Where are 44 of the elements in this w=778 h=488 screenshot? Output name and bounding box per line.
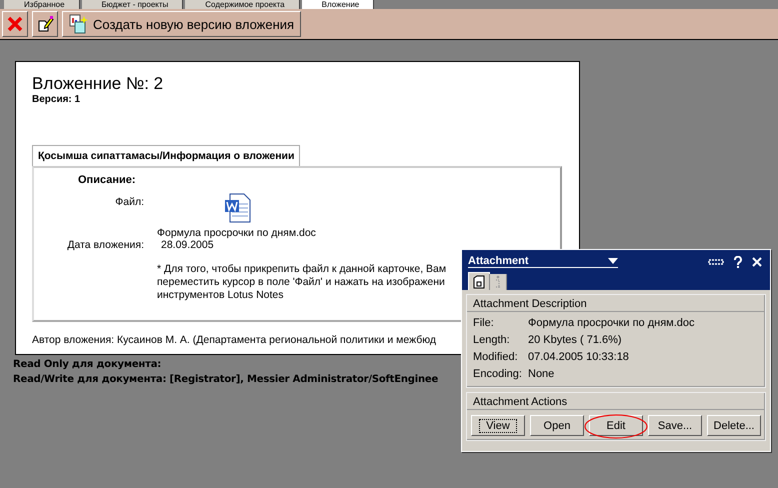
section-heading: Attachment Actions xyxy=(467,395,765,410)
close-button[interactable] xyxy=(2,11,28,37)
document-tab[interactable]: Избранное xyxy=(4,0,80,9)
action-button[interactable]: Open xyxy=(530,415,584,436)
author-text: Автор вложения: Кусаинов М. А. (Департамента региональной политики и межбюд xyxy=(32,334,436,346)
field-value: Формула просрочки по дням.doc xyxy=(528,316,694,331)
new-version-button[interactable]: Создать новую версию вложения xyxy=(62,11,302,37)
field-value: 07.04.2005 10:33:18 xyxy=(528,350,629,365)
page-icon xyxy=(473,274,485,288)
info-icon xyxy=(494,275,502,289)
document-tab[interactable]: Бюджет - проекты xyxy=(82,0,184,9)
field-label: File: xyxy=(473,316,495,331)
close-icon xyxy=(6,15,24,33)
document-title: Вложенние №: 2 xyxy=(32,74,164,94)
highlight-ellipse xyxy=(584,414,648,439)
access-text: Read/Write для документа: [Registrator], Messier Administrator/SoftEnginee xyxy=(13,374,438,385)
document-tab[interactable]: Содержимое проекта xyxy=(185,0,300,9)
section-heading: Attachment Description xyxy=(467,297,765,312)
dropdown-icon xyxy=(608,258,618,264)
file-label: Файл: xyxy=(114,196,144,210)
field-value: 20 Kbytes ( 71.6%) xyxy=(528,333,622,348)
document-tab[interactable]: Вложение xyxy=(302,0,374,9)
grip-icon[interactable] xyxy=(708,258,724,266)
section-tab[interactable]: Қосымша сипаттамасы/Информация о вложении xyxy=(32,145,300,166)
document-sparkle-icon xyxy=(69,14,89,34)
field-label: Encoding: xyxy=(473,367,523,382)
close-icon[interactable] xyxy=(752,256,762,266)
help-icon[interactable] xyxy=(734,256,742,268)
description-label: Описание: xyxy=(78,174,136,186)
action-button[interactable]: Delete... xyxy=(707,415,761,436)
note-text: * Для того, чтобы прикрепить файл к данной карточке, Вам переместить курсор в поле 'Файл' и нажать на изображени инструментов Lotus Notes xyxy=(157,263,446,302)
date-value: 28.09.2005 xyxy=(161,239,214,251)
edit-button[interactable] xyxy=(32,11,58,37)
field-value: None xyxy=(528,367,554,382)
version-label: Версия: 1 xyxy=(32,94,82,105)
date-label: Дата вложения: xyxy=(66,239,144,251)
field-label: Length: xyxy=(473,333,511,348)
properties-tab[interactable] xyxy=(468,272,490,290)
field-label: Modified: xyxy=(473,350,519,365)
pencil-page-icon xyxy=(36,15,54,33)
action-button[interactable]: Save... xyxy=(648,415,702,436)
file-name[interactable]: Формула просрочки по дням.doc xyxy=(157,227,316,239)
access-text: Read Only для документа: xyxy=(13,359,162,370)
action-button[interactable]: View xyxy=(471,415,525,436)
